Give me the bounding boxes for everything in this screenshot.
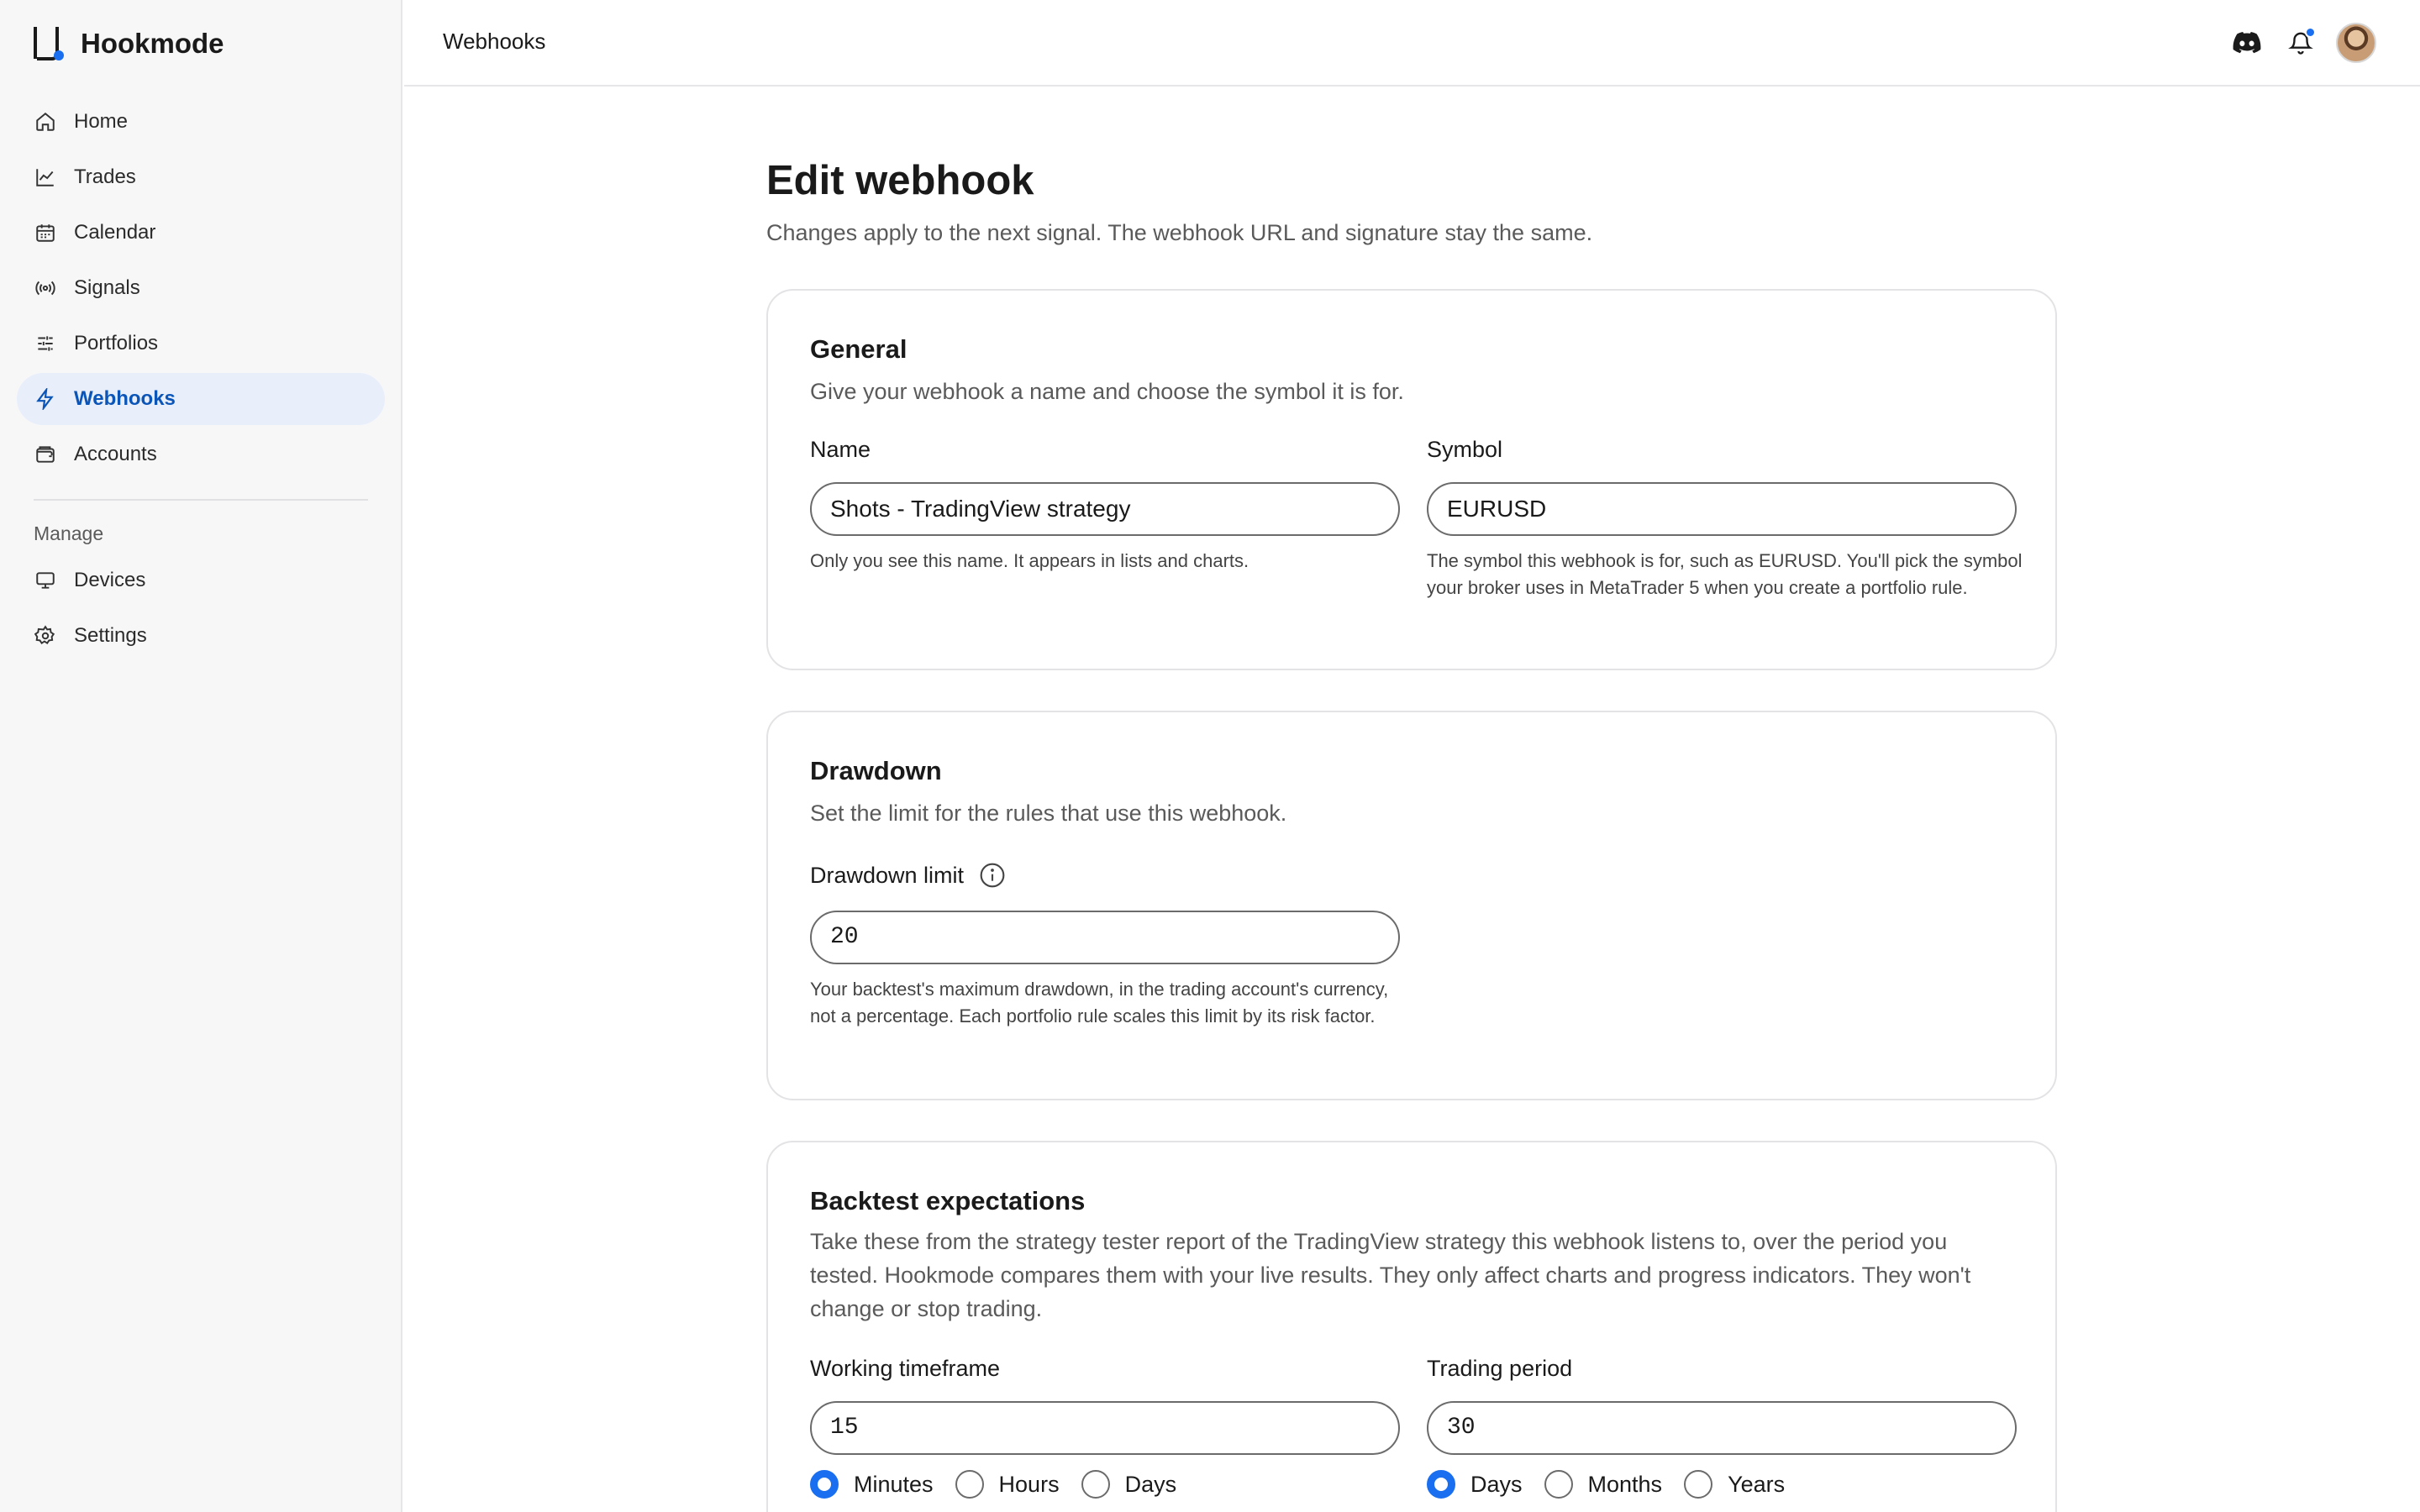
radio-selected	[1427, 1470, 1455, 1499]
period-unit-years[interactable]: Years	[1684, 1470, 1785, 1499]
radio-unselected	[1081, 1470, 1110, 1499]
sidebar-item-settings[interactable]: Settings	[17, 610, 385, 662]
gear-icon	[34, 624, 57, 648]
top-bar: Webhooks	[404, 0, 2420, 87]
timeframe-input[interactable]: 15	[810, 1401, 1400, 1455]
sidebar-item-home[interactable]: Home	[17, 96, 385, 148]
timeframe-unit-group: Minutes Hours Days	[810, 1470, 1198, 1499]
sidebar-item-accounts[interactable]: Accounts	[17, 428, 385, 480]
timeframe-unit-days[interactable]: Days	[1081, 1470, 1177, 1499]
radio-label: Days	[1470, 1471, 1523, 1497]
radio-unselected	[1544, 1470, 1573, 1499]
name-label: Name	[810, 437, 871, 462]
sidebar-item-label: Portfolios	[74, 332, 159, 354]
avatar[interactable]	[2336, 23, 2376, 63]
info-icon[interactable]	[979, 862, 1006, 889]
period-unit-months[interactable]: Months	[1544, 1470, 1663, 1499]
discord-icon[interactable]	[2225, 21, 2269, 65]
radio-label: Days	[1124, 1471, 1177, 1497]
radio-unselected	[1684, 1470, 1713, 1499]
drawdown-card: Drawdown Set the limit for the rules tha…	[766, 711, 2057, 1100]
page-subtitle: Changes apply to the next signal. The we…	[766, 220, 1593, 245]
sidebar-item-label: Home	[74, 110, 129, 133]
sidebar-item-label: Signals	[74, 276, 140, 299]
sidebar-divider	[34, 499, 368, 501]
radio-unselected	[955, 1470, 984, 1499]
radio-label: Months	[1587, 1471, 1663, 1497]
hookmode-logo-icon	[32, 25, 66, 62]
drawdown-title: Drawdown	[810, 756, 942, 785]
sidebar-section-manage: Manage	[34, 522, 104, 544]
sidebar-item-portfolios[interactable]: Portfolios	[17, 318, 385, 370]
notification-badge	[2305, 27, 2316, 38]
sidebar-item-calendar[interactable]: Calendar	[17, 207, 385, 259]
period-label: Trading period	[1427, 1356, 1573, 1381]
sidebar-item-devices[interactable]: Devices	[17, 554, 385, 606]
radio-label: Years	[1728, 1471, 1786, 1497]
period-unit-group: Days Months Years	[1427, 1470, 1807, 1499]
sidebar-item-webhooks[interactable]: Webhooks	[17, 373, 385, 425]
sidebar: Hookmode Home Trades Calendar Signals Po…	[0, 0, 402, 1512]
home-icon	[34, 110, 57, 134]
drawdown-limit-help: Your backtest's maximum drawdown, in the…	[810, 979, 1389, 1026]
sidebar-item-label: Calendar	[74, 221, 156, 244]
name-input[interactable]: Shots - TradingView strategy	[810, 482, 1400, 536]
period-input[interactable]: 30	[1427, 1401, 2017, 1455]
radio-label: Minutes	[854, 1471, 934, 1497]
top-bar-actions	[2215, 21, 2376, 65]
period-unit-days[interactable]: Days	[1427, 1470, 1523, 1499]
sidebar-item-label: Settings	[74, 624, 147, 647]
sidebar-item-label: Trades	[74, 165, 136, 188]
drawdown-limit-input[interactable]: 20	[810, 911, 1400, 964]
timeframe-unit-hours[interactable]: Hours	[955, 1470, 1060, 1499]
general-description: Give your webhook a name and choose the …	[810, 379, 1404, 404]
bolt-icon	[34, 387, 57, 411]
symbol-label: Symbol	[1427, 437, 1503, 462]
name-help: Only you see this name. It appears in li…	[810, 550, 1249, 571]
symbol-help: The symbol this webhook is for, such as …	[1427, 550, 2023, 598]
backtest-card: Backtest expectations Take these from th…	[766, 1141, 2057, 1512]
radio-selected	[810, 1470, 839, 1499]
drawdown-description: Set the limit for the rules that use thi…	[810, 801, 1287, 826]
backtest-title: Backtest expectations	[810, 1186, 1086, 1215]
broadcast-icon	[34, 276, 57, 300]
general-card: General Give your webhook a name and cho…	[766, 289, 2057, 670]
timeframe-label: Working timeframe	[810, 1356, 1001, 1381]
brand[interactable]: Hookmode	[32, 25, 224, 62]
sliders-icon	[34, 332, 57, 355]
backtest-description: Take these from the strategy tester repo…	[810, 1229, 1971, 1321]
timeframe-unit-minutes[interactable]: Minutes	[810, 1470, 934, 1499]
drawdown-limit-label-row: Drawdown limit	[810, 862, 1006, 889]
sidebar-item-signals[interactable]: Signals	[17, 262, 385, 314]
sidebar-nav: Home Trades Calendar Signals Portfolios	[17, 96, 385, 665]
drawdown-limit-label: Drawdown limit	[810, 862, 965, 888]
symbol-input[interactable]: EURUSD	[1427, 482, 2017, 536]
calendar-icon	[34, 221, 57, 244]
general-title: General	[810, 334, 908, 364]
wallet-icon	[34, 443, 57, 466]
page-title: Edit webhook	[766, 158, 1034, 203]
radio-label: Hours	[998, 1471, 1060, 1497]
brand-name: Hookmode	[81, 28, 224, 59]
sidebar-item-trades[interactable]: Trades	[17, 151, 385, 203]
sidebar-item-label: Devices	[74, 569, 146, 591]
monitor-icon	[34, 569, 57, 592]
sidebar-item-label: Accounts	[74, 443, 157, 465]
page-header: Edit webhook Changes apply to the next s…	[766, 156, 2057, 247]
bell-icon[interactable]	[2279, 21, 2323, 65]
sidebar-item-label: Webhooks	[74, 387, 176, 410]
breadcrumb[interactable]: Webhooks	[443, 29, 545, 55]
chart-line-icon	[34, 165, 57, 189]
